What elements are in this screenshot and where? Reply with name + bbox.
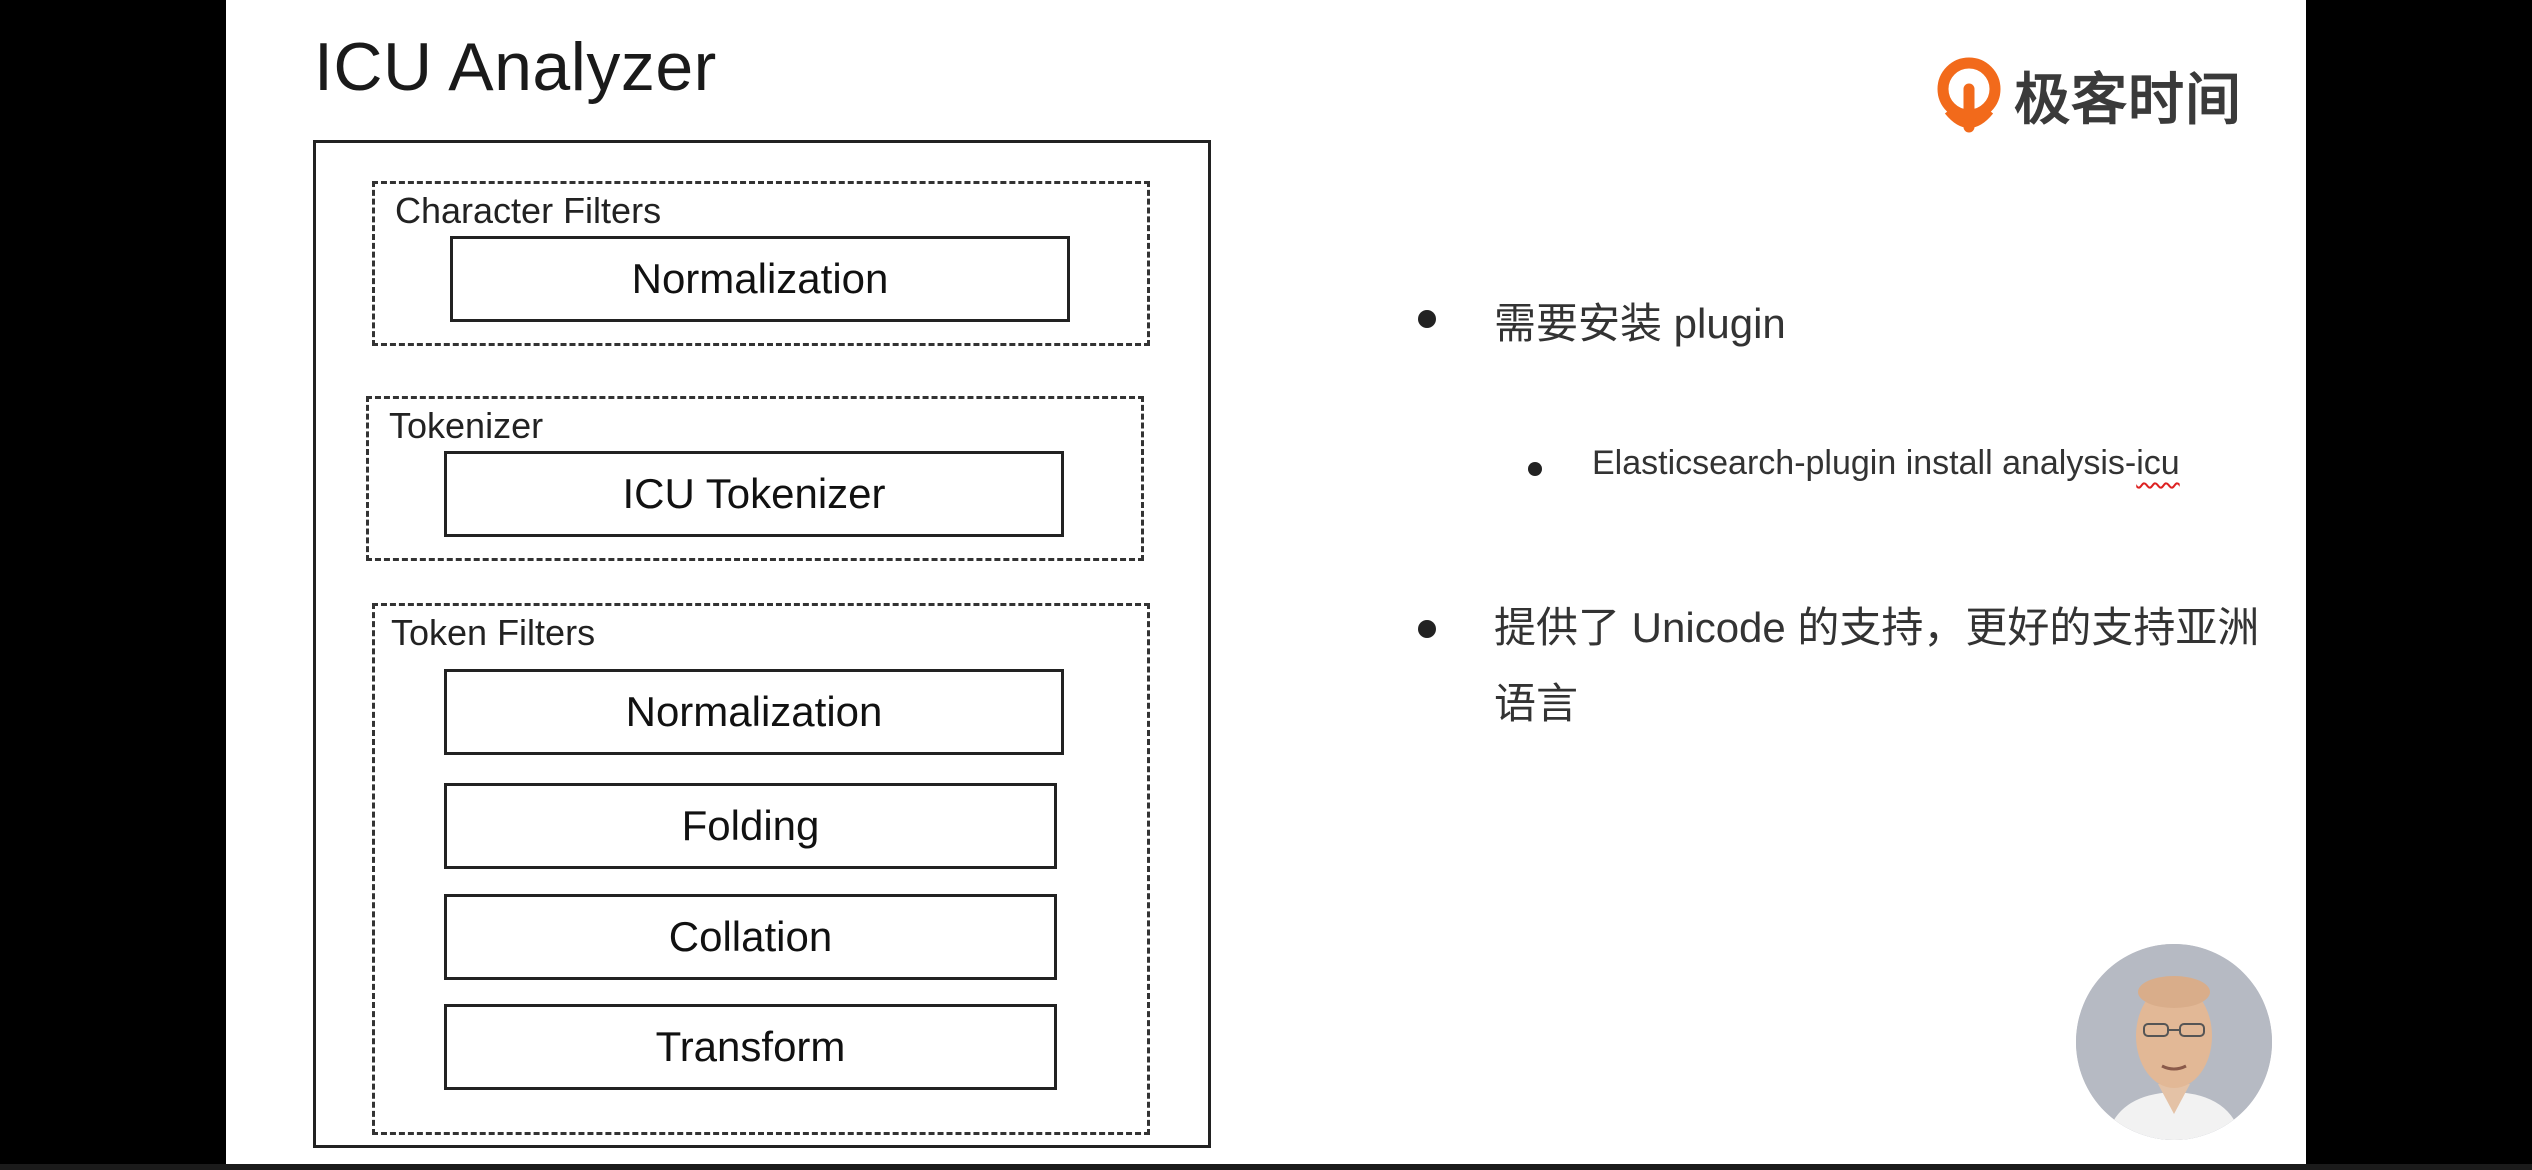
geektime-logo: 极客时间: [1936, 50, 2242, 140]
character-filters-group: Character Filters Normalization: [372, 181, 1150, 346]
collation-node: Collation: [444, 894, 1057, 980]
token-filters-label: Token Filters: [391, 612, 596, 653]
bullet-dot: [1528, 462, 1542, 476]
slide-title: ICU Analyzer: [314, 29, 717, 105]
bullet-install-plugin: 需要安装 plugin: [1418, 290, 1786, 351]
bullet-dot: [1418, 310, 1436, 328]
tokenizer-label: Tokenizer: [389, 405, 544, 446]
bullet-unicode-support: 提供了 Unicode 的支持，更好的支持亚洲语言: [1418, 590, 2298, 742]
icu-tokenizer-node: ICU Tokenizer: [444, 451, 1064, 537]
command-text: Elasticsearch-plugin install analysis-: [1592, 444, 2137, 482]
token-filter-normalization-node: Normalization: [444, 669, 1064, 755]
transform-node: Transform: [444, 1004, 1057, 1090]
slide: ICU Analyzer 极客时间 Character Filters Norm…: [226, 0, 2306, 1170]
presenter-avatar: [2076, 944, 2272, 1140]
bullet-dot: [1418, 620, 1436, 638]
bullet-text: Elasticsearch-plugin install analysis-ic…: [1592, 444, 2180, 483]
logo-text: 极客时间: [2014, 67, 2242, 131]
tokenizer-group: Tokenizer ICU Tokenizer: [366, 396, 1144, 561]
command-text-misspelled: icu: [2136, 444, 2180, 482]
folding-node: Folding: [444, 783, 1057, 869]
character-filters-label: Character Filters: [395, 190, 662, 231]
geektime-logo-icon: [1936, 57, 2002, 133]
bullet-install-command: Elasticsearch-plugin install analysis-ic…: [1528, 444, 2180, 483]
char-filter-normalization-node: Normalization: [450, 236, 1070, 322]
bullet-text: 需要安装 plugin: [1494, 300, 1786, 347]
analyzer-diagram: Character Filters Normalization Tokenize…: [313, 140, 1211, 1148]
token-filters-group: Token Filters Normalization Folding Coll…: [372, 603, 1150, 1135]
bottom-strip: [0, 1164, 2532, 1170]
bullet-text: 提供了 Unicode 的支持，更好的支持亚洲语言: [1494, 604, 2260, 727]
